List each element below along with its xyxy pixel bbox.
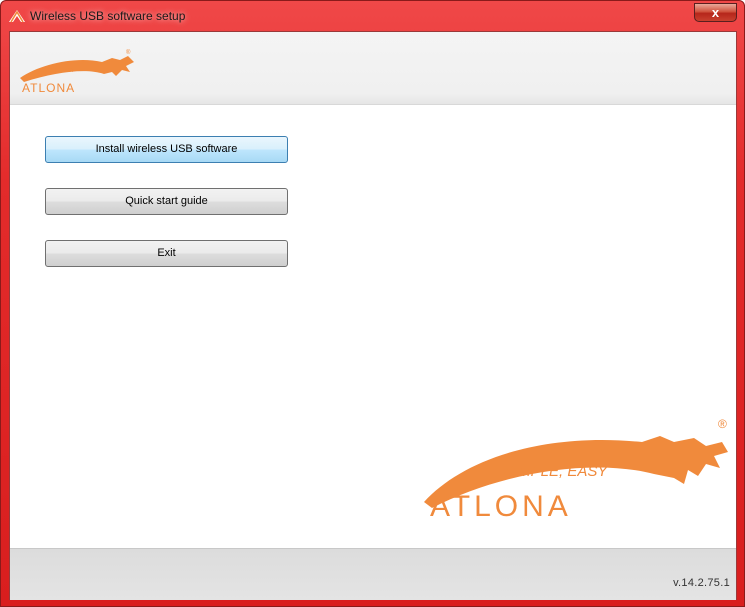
- large-logo-brand: ATLONA: [430, 490, 572, 522]
- atlona-logo-large: SIMPLE, EASY ATLONA ®: [424, 417, 728, 522]
- quick-start-guide-button[interactable]: Quick start guide: [45, 188, 288, 215]
- small-registered-mark: ®: [126, 49, 131, 56]
- small-logo-tagline: SIMPLE, EASY: [40, 68, 75, 74]
- exit-button[interactable]: Exit: [45, 240, 288, 267]
- small-logo-brand: ATLONA: [22, 81, 75, 95]
- header-band: SIMPLE, EASY ATLONA ®: [10, 32, 736, 105]
- atlona-logo-small: SIMPLE, EASY ATLONA ®: [20, 49, 134, 95]
- gecko-shape: [20, 56, 134, 82]
- client-area: SIMPLE, EASY ATLONA ® Install wireless U…: [9, 31, 737, 600]
- status-footer: v.14.2.75.1: [10, 548, 736, 600]
- setup-window: Wireless USB software setup x SIMPLE, EA…: [0, 0, 745, 607]
- large-registered-mark: ®: [718, 417, 727, 431]
- install-software-button[interactable]: Install wireless USB software: [45, 136, 288, 163]
- close-button[interactable]: x: [694, 3, 737, 22]
- close-icon: x: [711, 5, 720, 20]
- large-logo-tagline: SIMPLE, EASY: [504, 463, 608, 480]
- window-title: Wireless USB software setup: [30, 9, 186, 23]
- version-label: v.14.2.75.1: [673, 577, 730, 589]
- title-bar[interactable]: Wireless USB software setup x: [1, 1, 745, 31]
- atlona-app-icon: [9, 10, 25, 23]
